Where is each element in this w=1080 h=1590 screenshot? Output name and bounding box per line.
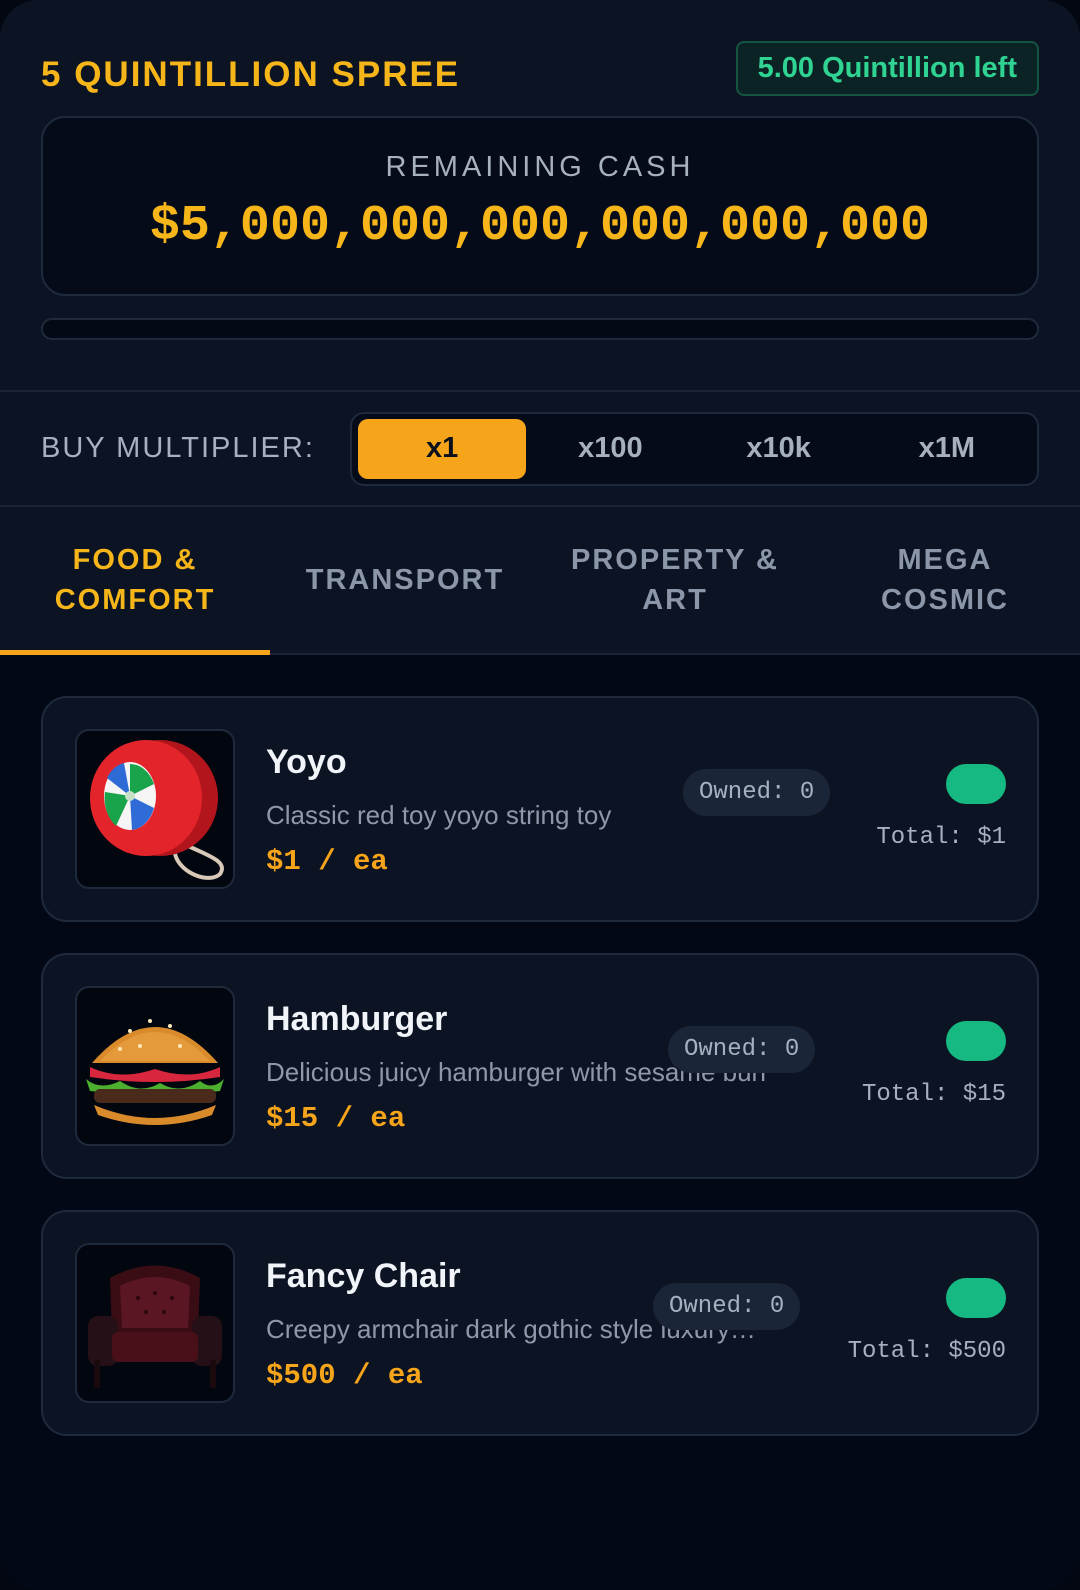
multiplier-label: BUY MULTIPLIER:	[41, 432, 315, 464]
armchair-image	[75, 1243, 235, 1403]
item-total: Total: $15	[861, 1081, 1006, 1108]
tab-label: PROPERTY & ART	[570, 544, 779, 616]
owned-count-badge: Owned: 0	[668, 1026, 816, 1073]
title-row: 5 QUINTILLION SPREE 5.00 Quintillion lef…	[41, 0, 1039, 96]
multiplier-x100-button[interactable]: x100	[526, 419, 694, 479]
spend-progress-bar	[41, 318, 1039, 340]
item-total: Total: $500	[847, 1338, 1006, 1365]
multiplier-toggle-group: x1 x100 x10k x1M	[350, 411, 1039, 486]
multiplier-x1m-button[interactable]: x1M	[863, 419, 1031, 479]
buy-button[interactable]	[946, 1021, 1006, 1061]
multiplier-x1-button[interactable]: x1	[358, 418, 527, 479]
item-actions: Total: $1	[876, 764, 1006, 851]
buy-button[interactable]	[946, 764, 1006, 804]
multiplier-x10k-button[interactable]: x10k	[695, 419, 863, 479]
header: 5 QUINTILLION SPREE 5.00 Quintillion lef…	[0, 0, 1080, 392]
item-actions: Total: $500	[848, 1278, 1006, 1365]
cash-panel: REMAINING CASH $5,000,000,000,000,000,00…	[41, 116, 1039, 296]
tab-property-art[interactable]: PROPERTY & ART	[540, 507, 810, 653]
item-total: Total: $1	[876, 824, 1006, 851]
yoyo-image	[75, 729, 235, 889]
owned-count-badge: Owned: 0	[653, 1283, 801, 1330]
multiplier-row: BUY MULTIPLIER: x1 x100 x10k x1M	[0, 392, 1080, 507]
category-tabs: FOOD & COMFORT TRANSPORT PROPERTY & ART …	[0, 507, 1080, 655]
item-list: Yoyo Classic red toy yoyo string toy $1 …	[0, 655, 1080, 1436]
tab-transport[interactable]: TRANSPORT	[270, 507, 540, 653]
owned-count-badge: Owned: 0	[683, 769, 831, 816]
cash-label: REMAINING CASH	[385, 151, 695, 183]
app-title: 5 QUINTILLION SPREE	[41, 55, 461, 94]
hamburger-image	[75, 986, 235, 1146]
tab-food-comfort[interactable]: FOOD & COMFORT	[0, 507, 270, 655]
app-root: 5 QUINTILLION SPREE 5.00 Quintillion lef…	[0, 0, 1080, 1590]
tab-label: MEGA COSMIC	[881, 544, 1009, 616]
item-card: Hamburger Delicious juicy hamburger with…	[41, 953, 1039, 1179]
remaining-badge: 5.00 Quintillion left	[735, 40, 1039, 96]
cash-value: $5,000,000,000,000,000,000	[149, 198, 931, 255]
item-actions: Total: $15	[862, 1021, 1006, 1108]
tab-label: FOOD & COMFORT	[54, 544, 216, 616]
item-card: Yoyo Classic red toy yoyo string toy $1 …	[41, 696, 1039, 922]
buy-button[interactable]	[946, 1278, 1006, 1318]
tab-mega-cosmic[interactable]: MEGA COSMIC	[810, 507, 1080, 653]
tab-label: TRANSPORT	[305, 564, 505, 596]
item-card: Fancy Chair Creepy armchair dark gothic …	[41, 1210, 1039, 1436]
